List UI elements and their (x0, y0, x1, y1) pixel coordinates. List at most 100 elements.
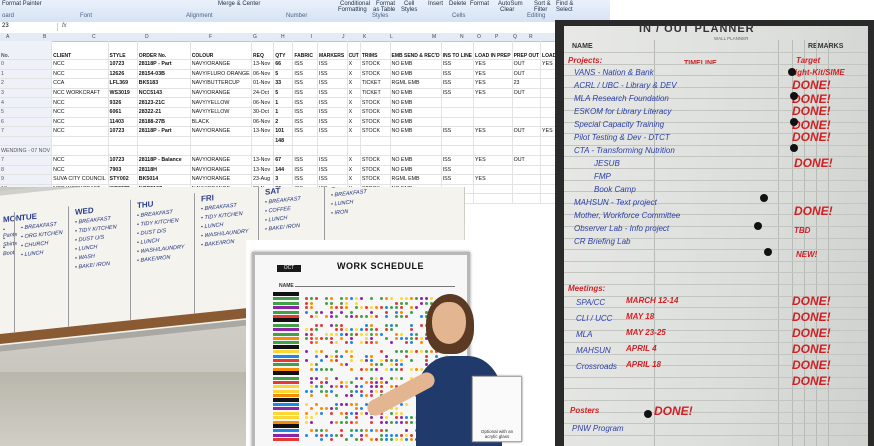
table-cell[interactable]: STOCK (360, 107, 391, 118)
table-cell[interactable]: SUVA CITY COUNCIL (51, 174, 109, 185)
table-cell[interactable]: OUT (512, 88, 542, 99)
table-cell[interactable]: NAVY/BUTTERCUP (190, 78, 253, 89)
table-cell[interactable]: ISS (317, 126, 348, 137)
table-cell[interactable]: STOCK (360, 117, 391, 128)
table-cell[interactable] (473, 184, 513, 195)
table-cell[interactable]: NAVY/ORANGE (190, 155, 253, 166)
table-cell[interactable]: STOCK (360, 174, 391, 185)
table-cell[interactable] (251, 136, 275, 147)
column-header[interactable]: D (145, 34, 149, 40)
table-cell[interactable]: 28118P - Balance (137, 155, 191, 166)
table-cell[interactable]: YES (473, 126, 513, 137)
table-cell[interactable]: 5 (0, 107, 53, 118)
table-cell[interactable]: STOCK (360, 165, 391, 176)
table-cell[interactable] (108, 136, 138, 147)
table-cell[interactable]: INS TO LINE (441, 41, 475, 60)
table-cell[interactable]: 8 (0, 165, 53, 176)
table-cell[interactable]: 3 (0, 88, 53, 99)
table-cell[interactable]: 7903 (108, 165, 138, 176)
column-header[interactable]: R (529, 34, 533, 40)
table-cell[interactable]: 30-Oct (251, 107, 275, 118)
table-cell[interactable]: ISS (292, 88, 318, 99)
table-cell[interactable]: X (347, 107, 361, 118)
table-cell[interactable]: NAVY/YELLOW (190, 107, 253, 118)
table-cell[interactable]: ISS (317, 155, 348, 166)
table-cell[interactable] (441, 145, 475, 156)
table-cell[interactable] (317, 145, 348, 156)
table-cell[interactable] (273, 145, 294, 156)
table-cell[interactable]: NAVY/ORANGE (190, 88, 253, 99)
table-cell[interactable]: QTY (273, 41, 294, 60)
table-cell[interactable]: NAVY/ORANGE (190, 174, 253, 185)
column-header[interactable]: B (43, 34, 46, 40)
table-cell[interactable]: ISS (292, 97, 318, 108)
table-cell[interactable]: 13-Nov (251, 59, 275, 70)
table-cell[interactable]: X (347, 174, 361, 185)
table-cell[interactable]: 23-Aug (251, 174, 275, 185)
table-cell[interactable]: 10723 (108, 59, 138, 70)
table-cell[interactable]: TICKET (360, 78, 391, 89)
table-cell[interactable] (512, 107, 542, 118)
table-cell[interactable] (441, 136, 475, 147)
insert-button[interactable]: Insert (428, 1, 443, 7)
table-cell[interactable] (512, 174, 542, 185)
table-cell[interactable] (512, 97, 542, 108)
table-cell[interactable]: YES (473, 59, 513, 70)
table-cell[interactable]: NO EMB (390, 107, 442, 118)
table-cell[interactable]: 7 (0, 155, 53, 166)
table-cell[interactable]: NAVY/ORANGE (190, 126, 253, 137)
table-cell[interactable]: 7 (0, 126, 53, 137)
table-cell[interactable]: ISS (292, 165, 318, 176)
table-cell[interactable] (137, 136, 191, 147)
table-cell[interactable]: ISS (292, 126, 318, 137)
table-cell[interactable]: COLOUR (190, 41, 253, 60)
table-cell[interactable]: 2 (273, 117, 294, 128)
table-cell[interactable]: 5 (273, 69, 294, 80)
table-cell[interactable]: X (347, 155, 361, 166)
table-cell[interactable]: ISS (441, 88, 475, 99)
table-cell[interactable]: 06-Nov (251, 97, 275, 108)
table-cell[interactable] (347, 136, 361, 147)
table-cell[interactable]: BK5183 (137, 78, 191, 89)
table-cell[interactable]: ISS (441, 59, 475, 70)
table-cell[interactable]: ISS (441, 155, 475, 166)
table-cell[interactable]: 24-Oct (251, 88, 275, 99)
table-cell[interactable]: NCC (51, 126, 109, 137)
table-cell[interactable]: X (347, 69, 361, 80)
column-header[interactable]: I (311, 34, 312, 40)
column-header[interactable]: A (6, 34, 9, 40)
table-cell[interactable]: NAVY/ORANGE (190, 59, 253, 70)
table-cell[interactable] (190, 136, 253, 147)
table-cell[interactable]: MARKERS (317, 41, 348, 60)
table-cell[interactable]: ISS (441, 165, 475, 176)
table-cell[interactable]: NO EMB (390, 88, 442, 99)
table-cell[interactable]: BLACK (190, 117, 253, 128)
table-cell[interactable]: ISS (317, 117, 348, 128)
table-cell[interactable]: 9326 (108, 97, 138, 108)
table-cell[interactable]: 06-Nov (251, 69, 275, 80)
table-cell[interactable] (0, 136, 53, 147)
table-cell[interactable]: NO EMB (390, 155, 442, 166)
table-cell[interactable]: 12626 (108, 69, 138, 80)
table-cell[interactable]: 6061 (108, 107, 138, 118)
table-cell[interactable]: ISS (292, 107, 318, 118)
table-cell[interactable]: ISS (441, 69, 475, 80)
table-cell[interactable]: EMB SEND & REC'D (390, 41, 442, 60)
table-cell[interactable]: 10723 (108, 126, 138, 137)
table-cell[interactable] (347, 145, 361, 156)
table-cell[interactable]: PREP OUT (512, 41, 542, 60)
table-cell[interactable] (190, 145, 253, 156)
column-header[interactable]: K (363, 34, 366, 40)
table-cell[interactable]: TICKET (360, 88, 391, 99)
table-cell[interactable]: X (347, 59, 361, 70)
table-cell[interactable]: 5 (273, 88, 294, 99)
column-header[interactable]: C (92, 34, 96, 40)
table-cell[interactable]: 1 (273, 97, 294, 108)
table-cell[interactable] (512, 184, 542, 195)
table-cell[interactable]: 13-Nov (251, 155, 275, 166)
table-cell[interactable]: NO EMB (390, 69, 442, 80)
table-cell[interactable] (512, 165, 542, 176)
table-cell[interactable]: NCC WORKCRAFT (51, 88, 109, 99)
table-cell[interactable]: OUT (512, 126, 542, 137)
table-cell[interactable] (512, 193, 542, 204)
